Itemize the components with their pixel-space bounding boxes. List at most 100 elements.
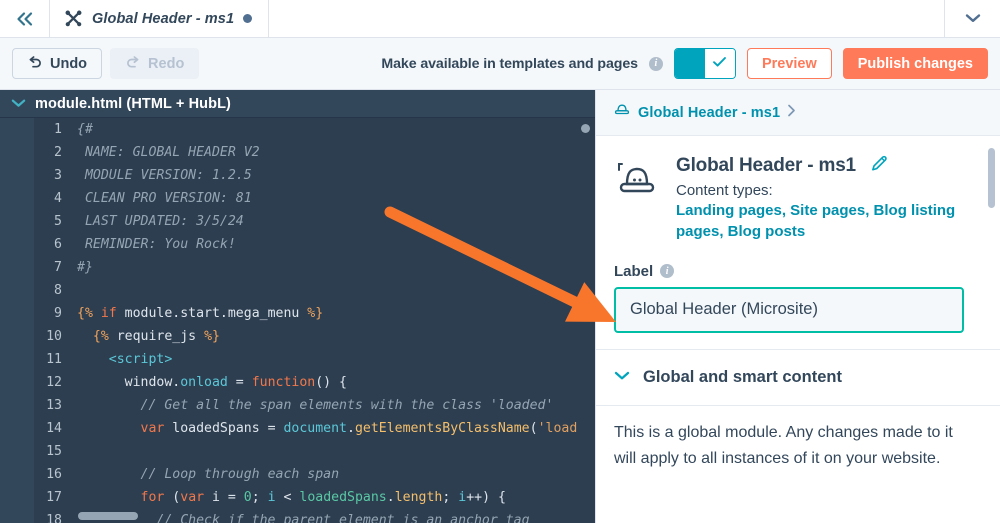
toggle-knob	[704, 49, 735, 78]
label-field-label: Label	[614, 262, 654, 280]
code-line[interactable]: 10 {% require_js %}	[0, 325, 595, 348]
chevron-down-icon	[614, 368, 630, 386]
undo-button[interactable]: Undo	[12, 48, 103, 79]
module-title: Global Header - ms1	[676, 155, 856, 176]
tab-bar: Global Header - ms1	[0, 0, 1000, 38]
code-line-text: MODULE VERSION: 1.2.5	[77, 168, 252, 183]
line-number: 17	[46, 490, 62, 505]
line-number: 12	[46, 375, 62, 390]
code-editor-header[interactable]: module.html (HTML + HubL)	[0, 90, 595, 118]
line-number: 1	[54, 122, 62, 137]
make-available-toggle[interactable]	[673, 48, 736, 79]
global-and-smart-content-accordion[interactable]: Global and smart content	[596, 350, 1000, 405]
undo-arrow-icon	[27, 55, 43, 72]
chevron-down-icon[interactable]	[11, 95, 26, 113]
editor-horizontal-scrollbar[interactable]	[78, 512, 138, 520]
breadcrumb-module-link[interactable]: Global Header - ms1	[638, 105, 780, 121]
breadcrumb: Global Header - ms1	[596, 90, 1000, 136]
code-line[interactable]: ▾17 for (var i = 0; i < loadedSpans.leng…	[0, 486, 595, 509]
publish-changes-button[interactable]: Publish changes	[842, 48, 988, 79]
code-line[interactable]: 2 NAME: GLOBAL HEADER V2	[0, 141, 595, 164]
code-line[interactable]: 5 LAST UPDATED: 3/5/24	[0, 210, 595, 233]
code-line-text: {% require_js %}	[92, 329, 220, 344]
toggle-track-on	[674, 49, 705, 78]
info-icon[interactable]: i	[648, 56, 663, 71]
line-number: 14	[46, 421, 62, 436]
code-line[interactable]: 7 #}	[0, 256, 595, 279]
label-input[interactable]	[614, 286, 964, 333]
redo-arrow-icon	[125, 55, 141, 72]
publish-label: Publish changes	[857, 55, 973, 72]
line-number: 3	[54, 168, 62, 183]
editor-vertical-scrollbar[interactable]	[581, 124, 590, 133]
module-settings-panel: Global Header - ms1 Global Header - ms1 …	[595, 90, 1000, 523]
redo-button: Redo	[110, 48, 200, 79]
panel-vertical-scrollbar[interactable]	[988, 148, 995, 208]
code-line-text: LAST UPDATED: 3/5/24	[77, 214, 244, 229]
module-title-row: Global Header - ms1	[676, 154, 980, 178]
module-info: Global Header - ms1 Content types: Landi…	[676, 154, 980, 243]
line-number: 13	[46, 398, 62, 413]
code-line-text: NAME: GLOBAL HEADER V2	[77, 145, 260, 160]
preview-button[interactable]: Preview	[746, 48, 832, 79]
code-line[interactable]: 13 // Get all the span elements with the…	[0, 394, 595, 417]
code-line-text: for (var i = 0; i < loadedSpans.length; …	[140, 490, 506, 505]
line-number: 7	[54, 260, 62, 275]
preview-label: Preview	[761, 55, 817, 72]
editor-tab-global-header[interactable]: Global Header - ms1	[50, 0, 270, 37]
code-lines[interactable]: 1 {# 2 NAME: GLOBAL HEADER V2 3 MODULE VERS…	[0, 118, 595, 523]
code-line-text: // Get all the span elements with the cl…	[140, 398, 554, 413]
code-line[interactable]: 6 REMINDER: You Rock!	[0, 233, 595, 256]
line-number: 4	[54, 191, 62, 206]
module-hat-icon	[614, 154, 662, 243]
label-field-section: Label i	[596, 249, 1000, 349]
undo-label: Undo	[50, 55, 88, 72]
chevron-right-icon[interactable]	[787, 104, 796, 122]
code-line[interactable]: 3 MODULE VERSION: 1.2.5	[0, 164, 595, 187]
chevron-down-icon	[965, 10, 981, 28]
code-file-name: module.html (HTML + HubL)	[35, 95, 231, 112]
code-line[interactable]: 9 {% if module.start.mega_menu %}	[0, 302, 595, 325]
code-line-text: {% if module.start.mega_menu %}	[77, 306, 324, 321]
content-types-value[interactable]: Landing pages, Site pages, Blog listing …	[676, 200, 980, 243]
code-line-text: <script>	[108, 352, 173, 367]
tab-bar-spacer	[269, 0, 945, 37]
chevrons-left-icon	[14, 11, 36, 27]
tab-label: Global Header - ms1	[92, 10, 235, 27]
module-summary: Global Header - ms1 Content types: Landi…	[596, 136, 1000, 249]
code-line[interactable]: 15	[0, 440, 595, 463]
code-line[interactable]: 1 {#	[0, 118, 595, 141]
check-icon	[712, 55, 727, 73]
code-line[interactable]: ▾12 window.onload = function() {	[0, 371, 595, 394]
line-number: 16	[46, 467, 62, 482]
toolbar-right-group: Make available in templates and pages i …	[381, 48, 988, 79]
line-number: 9	[54, 306, 62, 321]
make-available-label: Make available in templates and pages	[381, 55, 638, 72]
code-line[interactable]: 16 // Loop through each span	[0, 463, 595, 486]
code-line-text: #}	[77, 260, 93, 275]
code-line[interactable]: 14 var loadedSpans = document.getElement…	[0, 417, 595, 440]
line-number: 15	[46, 444, 62, 459]
redo-label: Redo	[148, 55, 185, 72]
tab-list-dropdown-button[interactable]	[945, 0, 1000, 37]
line-number: 6	[54, 237, 62, 252]
code-line-text: REMINDER: You Rock!	[77, 237, 236, 252]
code-line[interactable]: ▾11 <script>	[0, 348, 595, 371]
code-line-text: {#	[77, 122, 93, 137]
module-hat-icon	[613, 102, 631, 123]
code-line[interactable]: 8	[0, 279, 595, 302]
pencil-edit-icon[interactable]	[870, 154, 889, 178]
line-number: 18	[46, 513, 62, 523]
line-number: 10	[46, 329, 62, 344]
content-types-label: Content types:	[676, 182, 773, 199]
code-area[interactable]: 1 {# 2 NAME: GLOBAL HEADER V2 3 MODULE VERS…	[0, 118, 595, 523]
app-root: Global Header - ms1 Undo Redo Make avail…	[0, 0, 1000, 523]
editor-toolbar: Undo Redo Make available in templates an…	[0, 38, 1000, 90]
code-line[interactable]: 4 CLEAN PRO VERSION: 81	[0, 187, 595, 210]
line-number: 8	[54, 283, 62, 298]
code-editor-pane: module.html (HTML + HubL) 1 {# 2 NAME: GLO…	[0, 90, 595, 523]
line-number: 2	[54, 145, 62, 160]
accordion-title: Global and smart content	[643, 367, 842, 386]
info-icon[interactable]: i	[660, 264, 675, 279]
collapse-sidebar-button[interactable]	[0, 0, 50, 37]
